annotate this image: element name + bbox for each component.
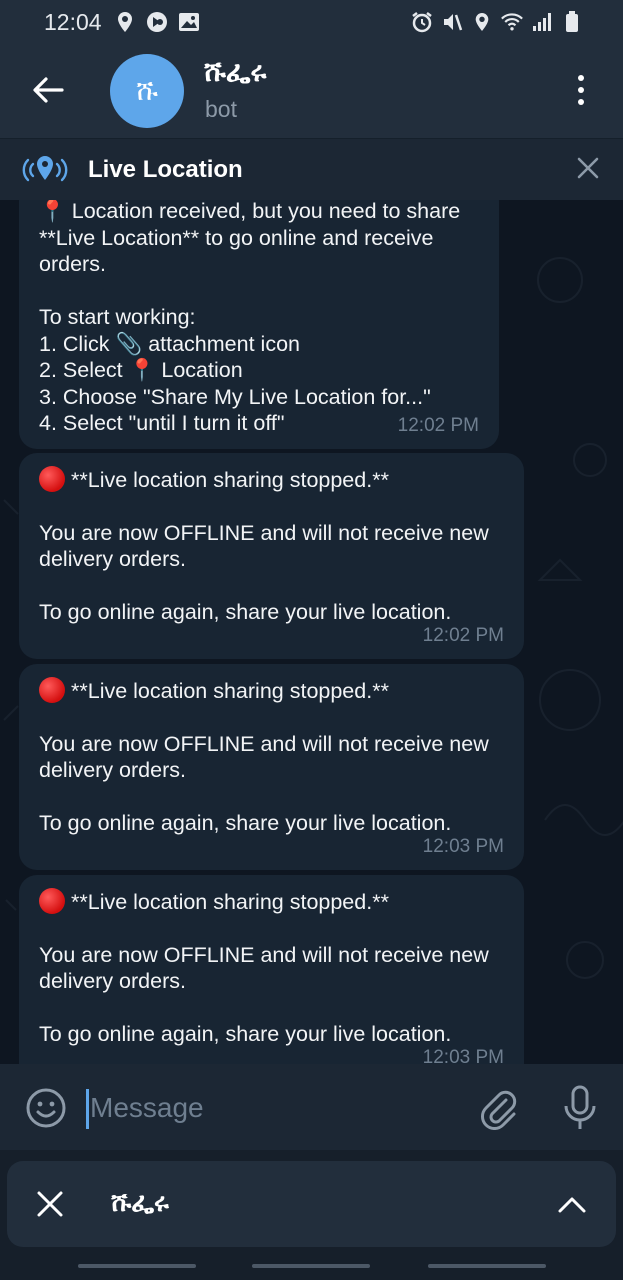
- message-bubble[interactable]: 📍 Location received, but you need to sha…: [19, 200, 499, 449]
- message-time: 12:02 PM: [397, 414, 479, 436]
- mute-icon: [441, 11, 463, 33]
- message-text: You are now OFFLINE and will not receive…: [39, 942, 489, 1047]
- message-bubble[interactable]: **Live location sharing stopped.** You a…: [19, 875, 524, 1064]
- red-circle-icon: [39, 677, 65, 703]
- message-list[interactable]: 📍 Location received, but you need to sha…: [0, 200, 623, 1064]
- bot-keyboard-panel: ሹፌሩ: [7, 1161, 616, 1247]
- emoji-button[interactable]: [24, 1086, 68, 1130]
- message-bubble[interactable]: **Live location sharing stopped.** You a…: [19, 453, 524, 659]
- message-bubble[interactable]: **Live location sharing stopped.** You a…: [19, 664, 524, 870]
- message-title: **Live location sharing stopped.**: [39, 453, 504, 494]
- status-bar: 12:04: [0, 0, 623, 44]
- chat-header: ሹ ሹፌሩ bot: [0, 44, 623, 138]
- voice-message-button[interactable]: [558, 1084, 602, 1132]
- more-vertical-icon: [578, 75, 584, 105]
- close-icon: [33, 1191, 67, 1225]
- live-location-label: Live Location: [88, 156, 243, 183]
- paperclip-icon: [476, 1090, 520, 1134]
- message-title: **Live location sharing stopped.**: [39, 664, 504, 705]
- microphone-icon: [558, 1085, 602, 1136]
- message-title: **Live location sharing stopped.**: [39, 875, 504, 916]
- signal-icon: [531, 11, 553, 33]
- nav-back[interactable]: [428, 1264, 546, 1268]
- panel-close-button[interactable]: [33, 1187, 67, 1221]
- live-location-icon: [20, 153, 70, 187]
- nav-home[interactable]: [252, 1264, 370, 1268]
- message-text: 📍 Location received, but you need to sha…: [39, 200, 461, 435]
- nav-recents[interactable]: [78, 1264, 196, 1268]
- alarm-icon: [411, 11, 433, 33]
- status-icons-right: [411, 11, 583, 33]
- image-icon: [178, 11, 200, 33]
- red-circle-icon: [39, 466, 65, 492]
- message-composer: [0, 1064, 623, 1150]
- panel-title: ሹፌሩ: [111, 1187, 169, 1217]
- attach-button[interactable]: [476, 1086, 520, 1130]
- message-input[interactable]: [90, 1084, 450, 1132]
- arrow-left-icon: [32, 76, 64, 109]
- location-icon: [114, 11, 136, 33]
- chat-title[interactable]: ሹፌሩ: [204, 56, 266, 89]
- battery-icon: [561, 11, 583, 33]
- bottom-area: ሹፌሩ: [0, 1150, 623, 1280]
- message-text: You are now OFFLINE and will not receive…: [39, 731, 489, 836]
- red-circle-icon: [39, 888, 65, 914]
- top-bar: 12:04 ሹ ሹፌሩ bot: [0, 0, 623, 138]
- back-button[interactable]: [26, 70, 70, 114]
- vpn-icon: [146, 11, 168, 33]
- live-location-bar[interactable]: Live Location: [0, 138, 623, 200]
- close-icon: [577, 157, 599, 184]
- message-time: 12:03 PM: [422, 835, 504, 857]
- chevron-up-icon: [555, 1197, 589, 1225]
- status-time: 12:04: [44, 8, 102, 35]
- message-text: You are now OFFLINE and will not receive…: [39, 520, 489, 625]
- emoji-icon: [24, 1088, 68, 1134]
- live-location-close-button[interactable]: [572, 154, 604, 186]
- location-icon: [471, 11, 493, 33]
- avatar[interactable]: ሹ: [110, 54, 184, 128]
- wifi-icon: [501, 11, 523, 33]
- system-nav-bar: [0, 1262, 623, 1280]
- message-time: 12:02 PM: [422, 624, 504, 646]
- message-time: 12:03 PM: [422, 1046, 504, 1065]
- more-menu-button[interactable]: [566, 68, 596, 112]
- status-icons-left: [114, 11, 200, 33]
- panel-expand-button[interactable]: [555, 1187, 589, 1221]
- chat-subtitle: bot: [205, 96, 237, 122]
- avatar-initial: ሹ: [136, 74, 158, 106]
- text-cursor: [86, 1089, 89, 1129]
